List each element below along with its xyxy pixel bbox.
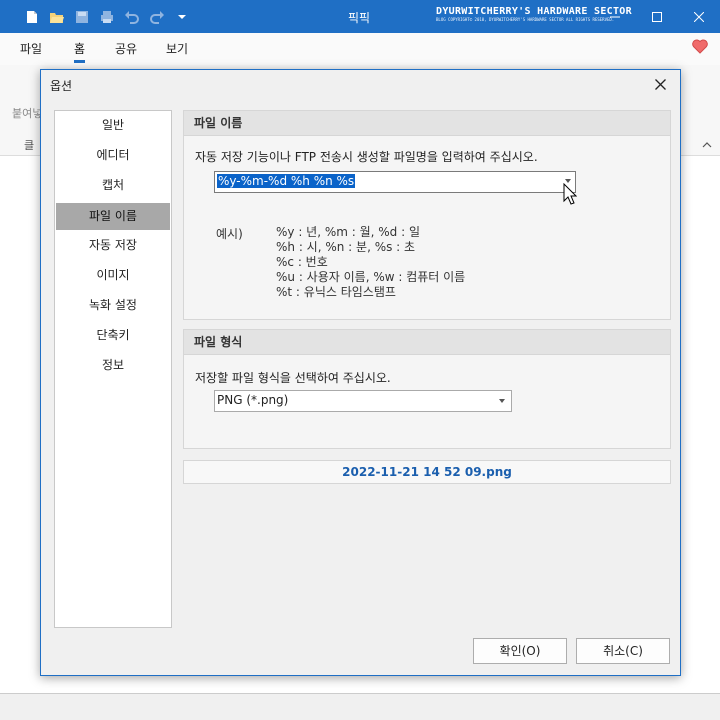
- brand-line-1: DYURWITCHERRY'S HARDWARE SECTOR: [436, 6, 632, 17]
- example-line: %y : 년, %m : 월, %d : 일: [276, 225, 421, 239]
- file-format-value[interactable]: PNG (*.png): [217, 393, 288, 407]
- brand-line-2: BLOG COPYRIGHT© 2010, DYURWITCHERRY'S HA…: [436, 17, 615, 22]
- status-bar: [0, 693, 720, 720]
- new-file-icon[interactable]: [24, 9, 40, 25]
- minimize-button[interactable]: [594, 0, 636, 33]
- filename-description: 자동 저장 기능이나 FTP 전송시 생성할 파일명을 입력하여 주십시오.: [195, 150, 538, 164]
- app-titlebar: 픽픽 DYURWITCHERRY'S HARDWARE SECTOR BLOG …: [0, 0, 720, 33]
- format-description: 저장할 파일 형식을 선택하여 주십시오.: [195, 371, 391, 385]
- heart-icon[interactable]: [692, 39, 708, 55]
- save-icon[interactable]: [74, 9, 90, 25]
- nav-item-editor[interactable]: 에디터: [56, 142, 170, 169]
- paste-button-label[interactable]: 붙여넣: [12, 105, 42, 121]
- options-nav: 일반 에디터 캡처 파일 이름 자동 저장 이미지 녹화 설정 단축키 정보: [54, 110, 172, 628]
- menu-tab-home[interactable]: 홈: [74, 40, 86, 63]
- close-window-button[interactable]: [678, 0, 720, 33]
- ok-button[interactable]: 확인(O): [473, 638, 567, 664]
- clipboard-group-label: 클: [24, 139, 35, 152]
- nav-item-image[interactable]: 이미지: [56, 262, 170, 289]
- cancel-button[interactable]: 취소(C): [576, 638, 670, 664]
- example-line: %t : 유닉스 타임스탬프: [276, 285, 396, 299]
- undo-icon[interactable]: [124, 9, 140, 25]
- file-format-select[interactable]: PNG (*.png): [214, 390, 512, 412]
- maximize-button[interactable]: [636, 0, 678, 33]
- example-line: %u : 사용자 이름, %w : 컴퓨터 이름: [276, 270, 466, 284]
- nav-item-capture[interactable]: 캡처: [56, 172, 170, 199]
- example-line: %c : 번호: [276, 255, 328, 269]
- nav-item-filename[interactable]: 파일 이름: [56, 203, 170, 230]
- brand-logo: DYURWITCHERRY'S HARDWARE SECTOR BLOG COP…: [436, 6, 632, 22]
- redo-icon[interactable]: [149, 9, 165, 25]
- customize-qat-icon[interactable]: [174, 9, 190, 25]
- format-section-header: 파일 형식: [184, 330, 670, 355]
- nav-item-recording[interactable]: 녹화 설정: [56, 292, 170, 319]
- example-line: %h : 시, %n : 분, %s : 초: [276, 240, 416, 254]
- nav-item-autosave[interactable]: 자동 저장: [56, 232, 170, 259]
- menu-tab-share[interactable]: 공유: [115, 40, 137, 57]
- mouse-cursor-icon: [563, 182, 578, 205]
- dialog-title: 옵션: [50, 79, 73, 93]
- menu-tab-view[interactable]: 보기: [166, 40, 188, 57]
- example-list: %y : 년, %m : 월, %d : 일 %h : 시, %n : 분, %…: [276, 225, 465, 300]
- quick-access-toolbar: [24, 9, 190, 25]
- options-dialog: 옵션 일반 에디터 캡처 파일 이름 자동 저장 이미지 녹화 설정 단축키 정…: [40, 69, 681, 676]
- nav-item-general[interactable]: 일반: [56, 112, 170, 139]
- window-controls: [594, 0, 720, 33]
- app-title: 픽픽: [348, 11, 371, 25]
- chevron-down-icon[interactable]: [499, 399, 505, 403]
- print-icon[interactable]: [99, 9, 115, 25]
- open-folder-icon[interactable]: [49, 9, 65, 25]
- filename-pattern-value[interactable]: %y-%m-%d %h %n %s: [217, 174, 356, 188]
- filename-pattern-combo[interactable]: %y-%m-%d %h %n %s: [214, 171, 576, 193]
- close-icon[interactable]: [650, 74, 670, 94]
- filename-section: 파일 이름 자동 저장 기능이나 FTP 전송시 생성할 파일명을 입력하여 주…: [183, 110, 671, 320]
- filename-preview: 2022-11-21 14 52 09.png: [183, 460, 671, 484]
- example-label: 예시): [216, 227, 243, 241]
- nav-item-shortcuts[interactable]: 단축키: [56, 322, 170, 349]
- collapse-ribbon-icon[interactable]: [702, 137, 712, 151]
- nav-item-info[interactable]: 정보: [56, 352, 170, 379]
- menu-bar: 파일 홈 공유 보기: [0, 33, 720, 65]
- format-section: 파일 형식 저장할 파일 형식을 선택하여 주십시오. PNG (*.png): [183, 329, 671, 449]
- menu-tab-file[interactable]: 파일: [20, 40, 42, 57]
- filename-section-header: 파일 이름: [184, 111, 670, 136]
